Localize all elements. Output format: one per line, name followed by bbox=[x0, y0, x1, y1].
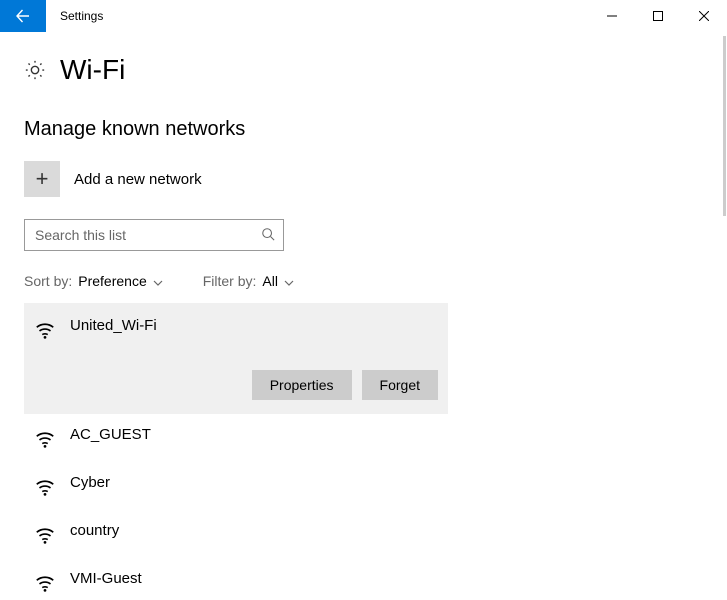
sort-by-dropdown[interactable]: Sort by: Preference bbox=[24, 273, 163, 289]
scrollbar[interactable] bbox=[723, 36, 726, 216]
add-network-button[interactable]: + Add a new network bbox=[24, 161, 703, 197]
back-button[interactable] bbox=[0, 0, 46, 32]
network-name: VMI-Guest bbox=[70, 570, 693, 587]
network-list: United_Wi-Fi Properties Forget AC_GUEST Cy… bbox=[24, 303, 703, 600]
search-icon bbox=[261, 227, 275, 244]
network-body: Cyber bbox=[70, 474, 693, 491]
wifi-icon bbox=[34, 524, 56, 546]
filter-label: Filter by: bbox=[203, 273, 257, 289]
wifi-icon bbox=[34, 572, 56, 594]
minimize-button[interactable] bbox=[589, 0, 635, 32]
minimize-icon bbox=[607, 11, 617, 21]
filter-row: Sort by: Preference Filter by: All bbox=[24, 273, 703, 289]
wifi-icon bbox=[34, 428, 56, 450]
wifi-icon bbox=[34, 476, 56, 498]
network-name: United_Wi-Fi bbox=[70, 317, 438, 334]
close-icon bbox=[699, 11, 709, 21]
network-body: United_Wi-Fi Properties Forget bbox=[70, 317, 438, 400]
filter-by-dropdown[interactable]: Filter by: All bbox=[203, 273, 294, 289]
network-name: Cyber bbox=[70, 474, 693, 491]
network-body: AC_GUEST bbox=[70, 426, 693, 443]
chevron-down-icon bbox=[284, 273, 294, 289]
wifi-icon bbox=[34, 319, 56, 341]
add-network-label: Add a new network bbox=[74, 171, 202, 188]
search-input[interactable] bbox=[33, 226, 261, 244]
plus-icon: + bbox=[24, 161, 60, 197]
network-item[interactable]: Cyber bbox=[24, 462, 703, 510]
close-button[interactable] bbox=[681, 0, 727, 32]
gear-icon bbox=[24, 59, 46, 81]
properties-button[interactable]: Properties bbox=[252, 370, 352, 400]
window-title: Settings bbox=[46, 0, 589, 32]
back-arrow-icon bbox=[15, 8, 31, 24]
sort-value: Preference bbox=[78, 273, 146, 289]
network-item[interactable]: VMI-Guest bbox=[24, 558, 703, 600]
network-item[interactable]: United_Wi-Fi Properties Forget bbox=[24, 303, 448, 414]
network-item[interactable]: AC_GUEST bbox=[24, 414, 703, 462]
window-controls bbox=[589, 0, 727, 32]
network-body: country bbox=[70, 522, 693, 539]
sort-label: Sort by: bbox=[24, 273, 72, 289]
network-body: VMI-Guest bbox=[70, 570, 693, 587]
maximize-icon bbox=[653, 11, 663, 21]
filter-value: All bbox=[262, 273, 278, 289]
network-actions: Properties Forget bbox=[70, 370, 438, 400]
content-area: Wi-Fi Manage known networks + Add a new … bbox=[0, 32, 727, 600]
network-name: country bbox=[70, 522, 693, 539]
chevron-down-icon bbox=[153, 273, 163, 289]
search-box[interactable] bbox=[24, 219, 284, 251]
page-header: Wi-Fi bbox=[24, 54, 703, 86]
maximize-button[interactable] bbox=[635, 0, 681, 32]
network-name: AC_GUEST bbox=[70, 426, 693, 443]
forget-button[interactable]: Forget bbox=[362, 370, 438, 400]
network-item[interactable]: country bbox=[24, 510, 703, 558]
page-title: Wi-Fi bbox=[60, 54, 125, 86]
section-title: Manage known networks bbox=[24, 118, 703, 141]
titlebar: Settings bbox=[0, 0, 727, 32]
